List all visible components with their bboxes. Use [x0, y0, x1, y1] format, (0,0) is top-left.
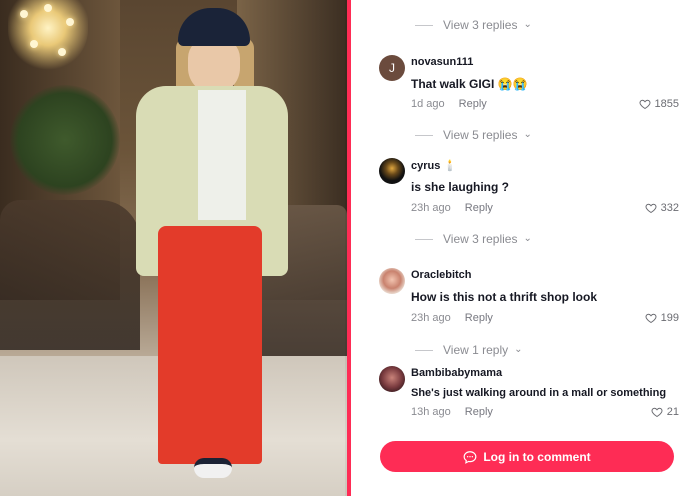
runway-photo [0, 0, 347, 496]
comment-meta: 1d ago Reply [411, 98, 487, 110]
avatar[interactable] [379, 366, 405, 392]
view-replies-label: View 3 replies [443, 232, 518, 246]
reply-button[interactable]: Reply [465, 202, 493, 214]
comment-username[interactable]: cyrus 🕯️ [411, 159, 457, 172]
login-button-label: Log in to comment [483, 449, 591, 464]
heart-outline-icon [645, 313, 657, 324]
like-button[interactable]: 332 [645, 202, 679, 214]
view-replies-toggle[interactable]: View 3 replies ⌄ [415, 18, 532, 32]
avatar[interactable]: J [379, 55, 405, 81]
like-button[interactable]: 199 [645, 312, 679, 324]
like-count: 1855 [654, 98, 679, 110]
sneaker [194, 458, 232, 478]
audience-left [0, 200, 140, 350]
comment-text: is she laughing ? [411, 180, 510, 194]
divider-dash [415, 24, 433, 26]
comment-text: How is this not a thrift shop look [411, 290, 597, 304]
comment-meta: 23h ago Reply [411, 202, 493, 214]
comment-text: She's just walking around in a mall or s… [411, 387, 667, 399]
chandelier-light [30, 40, 38, 48]
view-replies-label: View 5 replies [443, 128, 518, 142]
reply-button[interactable]: Reply [465, 406, 493, 418]
model-figure [136, 8, 296, 488]
chevron-down-icon: ⌄ [523, 19, 532, 30]
view-replies-label: View 3 replies [443, 18, 518, 32]
heart-outline-icon [645, 203, 657, 214]
red-trousers [158, 226, 262, 464]
comment-meta: 13h ago Reply [411, 406, 493, 418]
view-replies-toggle[interactable]: View 1 reply ⌄ [415, 343, 523, 357]
like-count: 332 [660, 202, 679, 214]
view-replies-toggle[interactable]: View 5 replies ⌄ [415, 128, 532, 142]
comment-username[interactable]: novasun111 [411, 56, 473, 68]
chevron-down-icon: ⌄ [523, 129, 532, 140]
chandelier-light [20, 10, 28, 18]
like-count: 21 [666, 406, 679, 418]
comment-username[interactable]: Oraclebitch [411, 269, 472, 281]
reply-button[interactable]: Reply [465, 312, 493, 324]
like-button[interactable]: 1855 [639, 98, 679, 110]
avatar[interactable] [379, 268, 405, 294]
chevron-down-icon: ⌄ [523, 233, 532, 244]
shirt [198, 90, 246, 220]
comments-panel: View 3 replies ⌄ J novasun111 That walk … [351, 0, 700, 496]
plant [10, 85, 120, 195]
view-replies-label: View 1 reply [443, 343, 509, 357]
divider-dash [415, 349, 433, 351]
comment-time: 13h ago [411, 406, 451, 418]
reply-button[interactable]: Reply [459, 98, 487, 110]
like-count: 199 [660, 312, 679, 324]
comment-text: That walk GIGI 😭😭 [411, 77, 528, 91]
like-button[interactable]: 21 [651, 406, 679, 418]
comment-meta: 23h ago Reply [411, 312, 493, 324]
divider-dash [415, 134, 433, 136]
comment-bubble-icon [463, 450, 477, 464]
chandelier-light [44, 4, 52, 12]
view-replies-toggle[interactable]: View 3 replies ⌄ [415, 232, 532, 246]
login-to-comment-button[interactable]: Log in to comment [380, 441, 674, 472]
avatar-letter: J [389, 61, 395, 75]
heart-outline-icon [639, 99, 651, 110]
comment-time: 1d ago [411, 98, 445, 110]
avatar[interactable] [379, 158, 405, 184]
heart-outline-icon [651, 407, 663, 418]
divider-dash [415, 238, 433, 240]
comment-time: 23h ago [411, 202, 451, 214]
chandelier-light [66, 18, 74, 26]
comment-username[interactable]: Bambibabymama [411, 367, 502, 379]
comment-time: 23h ago [411, 312, 451, 324]
chandelier-light [58, 48, 66, 56]
bucket-hat [178, 8, 250, 46]
chevron-down-icon: ⌄ [514, 344, 523, 355]
